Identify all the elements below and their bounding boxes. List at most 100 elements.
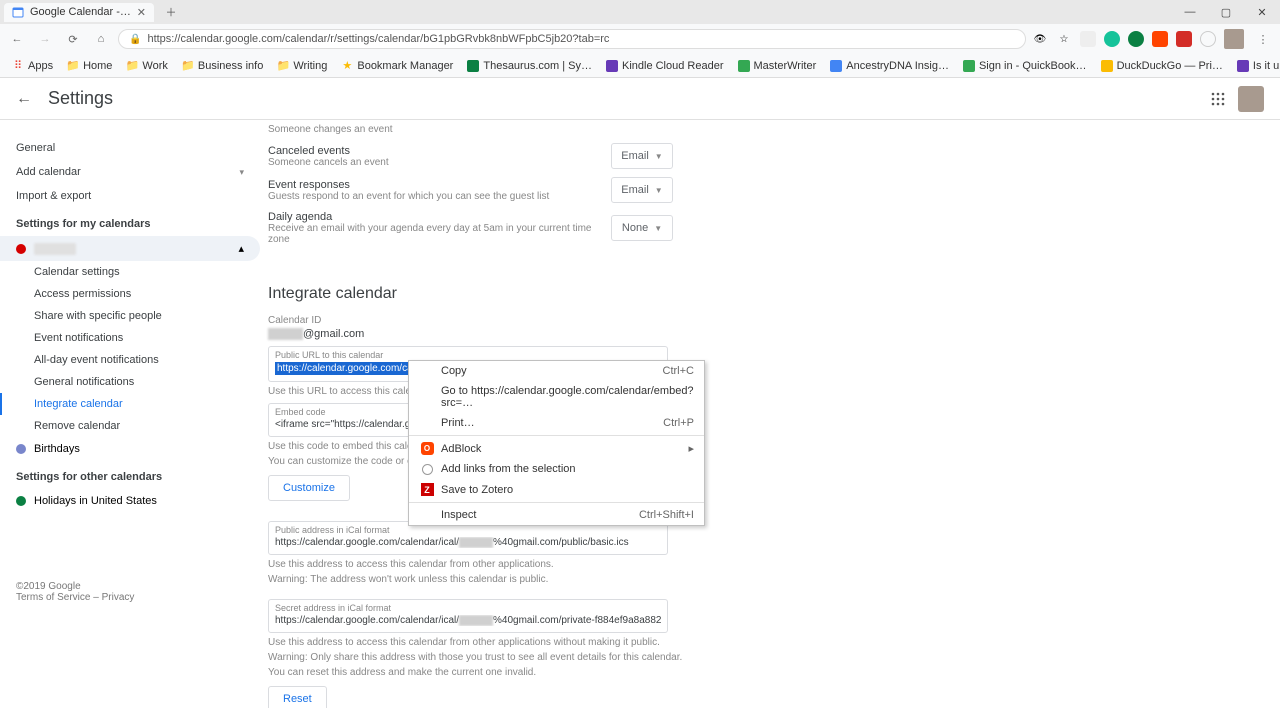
ical-secret-hint: Use this address to access this calendar…	[268, 637, 1280, 648]
folder-icon: 📁	[67, 60, 79, 72]
bookmark-item[interactable]: 📁Business info	[176, 58, 269, 74]
bookmark-item[interactable]: AncestryDNA Insig…	[824, 58, 955, 74]
ext-icon-grammarly[interactable]	[1104, 31, 1120, 47]
context-adblock[interactable]: OAdBlock▸	[409, 438, 704, 459]
ical-public-value[interactable]: https://calendar.google.com/calendar/ica…	[275, 537, 661, 548]
privacy-link[interactable]: Privacy	[102, 592, 135, 603]
profile-avatar[interactable]	[1224, 29, 1244, 49]
row-title: Event responses	[268, 179, 611, 191]
sidebar-import-export[interactable]: Import & export	[0, 184, 260, 208]
ext-icon-eye[interactable]: 👁	[1032, 31, 1048, 47]
context-copy[interactable]: CopyCtrl+C	[409, 361, 704, 381]
notification-row: Someone changes an event	[268, 120, 673, 139]
bookmark-item[interactable]: 📁Home	[61, 58, 118, 74]
ical-public-hint: Use this address to access this calendar…	[268, 559, 1280, 570]
sidebar-sub-access-permissions[interactable]: Access permissions	[0, 283, 260, 305]
ext-icon-1[interactable]	[1080, 31, 1096, 47]
tos-link[interactable]: Terms of Service	[16, 592, 90, 603]
sidebar-calendar-birthdays[interactable]: Birthdays	[0, 437, 260, 461]
row-subtitle: Guests respond to an event for which you…	[268, 191, 611, 202]
url-field[interactable]: 🔒 https://calendar.google.com/calendar/r…	[118, 29, 1026, 49]
sidebar-sub-calendar-settings[interactable]: Calendar settings	[0, 261, 260, 283]
star-icon: ★	[341, 60, 353, 72]
notification-row: Canceled eventsSomeone cancels an eventE…	[268, 139, 673, 173]
maximize-button[interactable]: ▢	[1208, 0, 1244, 24]
calendar-favicon	[12, 6, 24, 18]
browser-tab[interactable]: Google Calendar - Calendar sett ✕	[4, 3, 154, 22]
bookmark-item[interactable]: ★Bookmark Manager	[335, 58, 459, 74]
ext-icon-lastpass[interactable]	[1176, 31, 1192, 47]
close-tab-icon[interactable]: ✕	[137, 6, 146, 19]
folder-icon: 📁	[126, 60, 138, 72]
page-title: Settings	[48, 88, 113, 109]
bookmarks-bar: ⠿Apps📁Home📁Work📁Business info📁Writing★Bo…	[0, 54, 1280, 78]
context-separator	[409, 502, 704, 503]
sidebar-add-calendar[interactable]: Add calendar▾	[0, 160, 260, 184]
ical-secret-box[interactable]: Secret address in iCal format https://ca…	[268, 599, 668, 633]
address-bar: ← → ⟳ ⌂ 🔒 https://calendar.google.com/ca…	[0, 24, 1280, 54]
sidebar-calendar-holidays[interactable]: Holidays in United States	[0, 489, 260, 513]
bookmark-item[interactable]: MasterWriter	[732, 58, 823, 74]
reset-button[interactable]: Reset	[268, 686, 327, 708]
chevron-down-icon: ▾	[239, 167, 244, 178]
a-icon	[830, 60, 842, 72]
notification-row: Daily agendaReceive an email with your a…	[268, 207, 673, 249]
close-window-button[interactable]: ✕	[1244, 0, 1280, 24]
notification-dropdown[interactable]: None▼	[611, 215, 673, 241]
ical-public-box[interactable]: Public address in iCal format https://ca…	[268, 521, 668, 555]
google-apps-icon[interactable]	[1210, 91, 1226, 107]
sidebar-general[interactable]: General	[0, 136, 260, 160]
bookmark-item[interactable]: ⠿Apps	[6, 58, 59, 74]
bookmark-item[interactable]: 📁Writing	[271, 58, 333, 74]
row-subtitle: Someone cancels an event	[268, 157, 611, 168]
ical-secret-warn: Warning: Only share this address with th…	[268, 652, 1280, 663]
context-goto[interactable]: Go to https://calendar.google.com/calend…	[409, 381, 704, 413]
bookmark-item[interactable]: Kindle Cloud Reader	[600, 58, 730, 74]
calendar-color-dot	[16, 496, 26, 506]
bookmark-item[interactable]: Sign in - QuickBook…	[957, 58, 1093, 74]
back-button[interactable]: ←	[6, 28, 28, 50]
star-icon[interactable]: ☆	[1056, 31, 1072, 47]
home-button[interactable]: ⌂	[90, 28, 112, 50]
reload-button[interactable]: ⟳	[62, 28, 84, 50]
ext-icon-green[interactable]	[1128, 31, 1144, 47]
q-icon	[963, 60, 975, 72]
context-inspect[interactable]: InspectCtrl+Shift+I	[409, 505, 704, 525]
sidebar-calendar-mine[interactable]: x ▴	[0, 236, 260, 261]
context-separator	[409, 435, 704, 436]
row-title: Canceled events	[268, 145, 611, 157]
sidebar-sub-integrate-calendar[interactable]: Integrate calendar	[0, 393, 260, 415]
settings-back-button[interactable]: ←	[16, 90, 32, 108]
customize-button[interactable]: Customize	[268, 475, 350, 501]
sidebar-sub-event-notifications[interactable]: Event notifications	[0, 327, 260, 349]
bookmark-item[interactable]: 📁Work	[120, 58, 173, 74]
forward-button[interactable]: →	[34, 28, 56, 50]
ext-icon-circle[interactable]	[1200, 31, 1216, 47]
row-subtitle: Someone changes an event	[268, 124, 673, 135]
context-zotero[interactable]: ZSave to Zotero	[409, 479, 704, 500]
new-tab-button[interactable]: ＋	[160, 1, 182, 23]
sidebar-sub-general-notifications[interactable]: General notifications	[0, 371, 260, 393]
grid-icon: ⠿	[12, 60, 24, 72]
ical-public-warn: Warning: The address won't work unless t…	[268, 574, 1280, 585]
bookmark-item[interactable]: DuckDuckGo — Pri…	[1095, 58, 1229, 74]
sidebar-heading-other-calendars: Settings for other calendars	[0, 461, 260, 489]
sidebar-heading-my-calendars: Settings for my calendars	[0, 208, 260, 236]
sidebar-sub-remove-calendar[interactable]: Remove calendar	[0, 415, 260, 437]
sidebar-sub-allday-notifications[interactable]: All-day event notifications	[0, 349, 260, 371]
context-print[interactable]: Print…Ctrl+P	[409, 413, 704, 433]
zotero-icon: Z	[419, 483, 435, 496]
minimize-button[interactable]: —	[1172, 0, 1208, 24]
ext-icon-adblock[interactable]	[1152, 31, 1168, 47]
ical-secret-value[interactable]: https://calendar.google.com/calendar/ica…	[275, 615, 661, 626]
account-avatar[interactable]	[1238, 86, 1264, 112]
notification-dropdown[interactable]: Email▼	[611, 143, 673, 169]
sidebar-sub-share-people[interactable]: Share with specific people	[0, 305, 260, 327]
notification-dropdown[interactable]: Email▼	[611, 177, 673, 203]
calendar-color-dot	[16, 444, 26, 454]
browser-menu-icon[interactable]: ⋮	[1252, 28, 1274, 50]
bookmark-item[interactable]: Thesaurus.com | Sy…	[461, 58, 598, 74]
bookmark-item[interactable]: Is it up?	[1231, 58, 1280, 74]
context-addlinks[interactable]: Add links from the selection	[409, 459, 704, 479]
chevron-down-icon: ▼	[655, 186, 663, 195]
